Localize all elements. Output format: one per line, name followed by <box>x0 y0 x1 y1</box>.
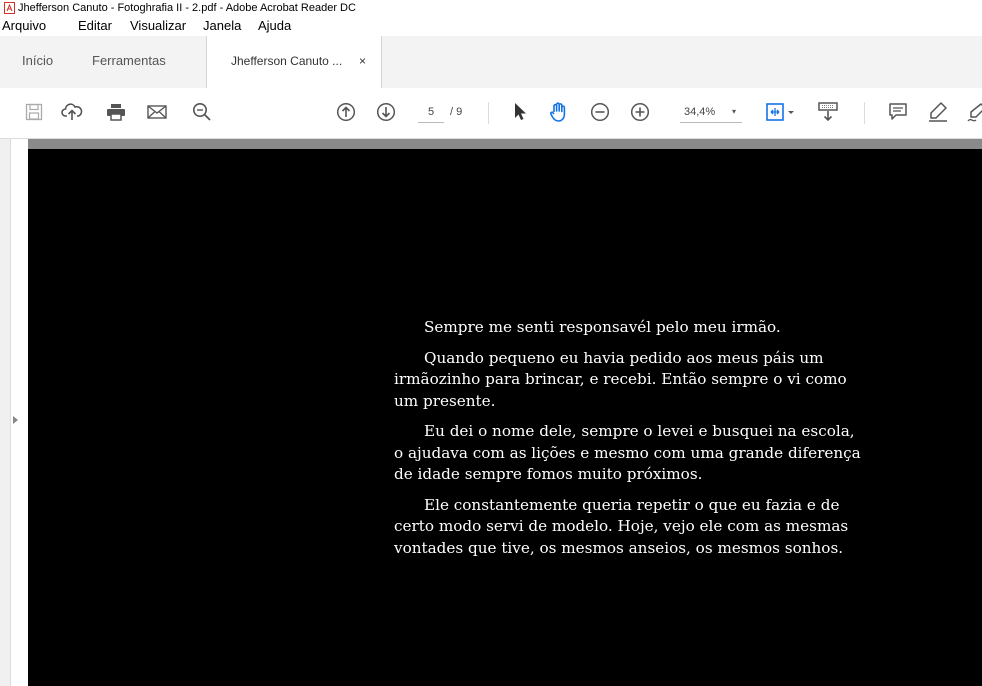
page-number-input[interactable] <box>418 102 444 123</box>
zoom-dropdown[interactable]: 34,4% ▾ <box>680 102 742 123</box>
title-bar: Jhefferson Canuto - Fotoghrafia II - 2.p… <box>0 0 982 16</box>
toolbar-separator <box>488 102 489 124</box>
zoom-out-icon[interactable] <box>588 100 612 124</box>
select-cursor-icon[interactable] <box>508 100 532 124</box>
page-up-icon[interactable] <box>334 100 358 124</box>
pdf-page: Sempre me senti responsavél pelo meu irm… <box>28 149 982 686</box>
tab-document[interactable]: Jhefferson Canuto ... × <box>206 36 382 89</box>
zoom-search-icon[interactable] <box>190 100 214 124</box>
toolbar: / 9 34,4% ▾ <box>0 88 982 139</box>
sign-icon[interactable] <box>964 100 982 124</box>
email-icon[interactable] <box>145 100 169 124</box>
save-icon[interactable] <box>22 100 46 124</box>
tab-tools-label: Ferramentas <box>92 53 166 68</box>
upload-icon[interactable] <box>60 100 84 124</box>
expand-left-pane-icon[interactable] <box>13 416 18 424</box>
window-title: Jhefferson Canuto - Fotoghrafia II - 2.p… <box>18 2 356 14</box>
menu-janela[interactable]: Janela <box>203 16 241 36</box>
paragraph: Sempre me senti responsavél pelo meu irm… <box>424 318 781 336</box>
paragraph: Eu dei o nome dele, sempre o levei e bus… <box>394 422 861 483</box>
pdf-file-icon <box>4 2 15 14</box>
menu-editar[interactable]: Editar <box>78 16 112 36</box>
document-viewport[interactable]: Sempre me senti responsavél pelo meu irm… <box>28 139 982 686</box>
paragraph: Quando pequeno eu havia pedido aos meus … <box>394 348 847 410</box>
close-tab-icon[interactable]: × <box>359 36 366 86</box>
menu-bar: Arquivo Editar Visualizar Janela Ajuda <box>0 16 982 36</box>
zoom-in-icon[interactable] <box>628 100 652 124</box>
menu-arquivo[interactable]: Arquivo <box>2 16 46 36</box>
page-text: Sempre me senti responsavél pelo meu irm… <box>394 317 864 568</box>
tab-home[interactable]: Início <box>22 36 72 88</box>
menu-visualizar[interactable]: Visualizar <box>130 16 186 36</box>
scroll-mode-icon[interactable] <box>816 100 840 124</box>
paragraph: Ele constantemente queria repetir o que … <box>394 495 849 557</box>
page-down-icon[interactable] <box>374 100 398 124</box>
highlight-icon[interactable] <box>926 100 950 124</box>
tab-bar: Início Ferramentas Jhefferson Canuto ...… <box>0 36 982 89</box>
fit-page-icon[interactable] <box>764 100 798 124</box>
zoom-value: 34,4% <box>684 106 716 118</box>
toolbar-separator <box>864 102 865 124</box>
hand-tool-icon[interactable] <box>547 100 571 124</box>
print-icon[interactable] <box>104 100 128 124</box>
chevron-down-icon: ▾ <box>731 107 736 116</box>
tab-document-label: Jhefferson Canuto ... <box>231 54 343 68</box>
tab-home-label: Início <box>22 53 54 68</box>
tab-tools[interactable]: Ferramentas <box>92 36 192 88</box>
menu-ajuda[interactable]: Ajuda <box>258 16 291 36</box>
left-pane-collapsed <box>0 139 11 686</box>
comment-icon[interactable] <box>886 100 910 124</box>
page-total: / 9 <box>450 106 463 118</box>
